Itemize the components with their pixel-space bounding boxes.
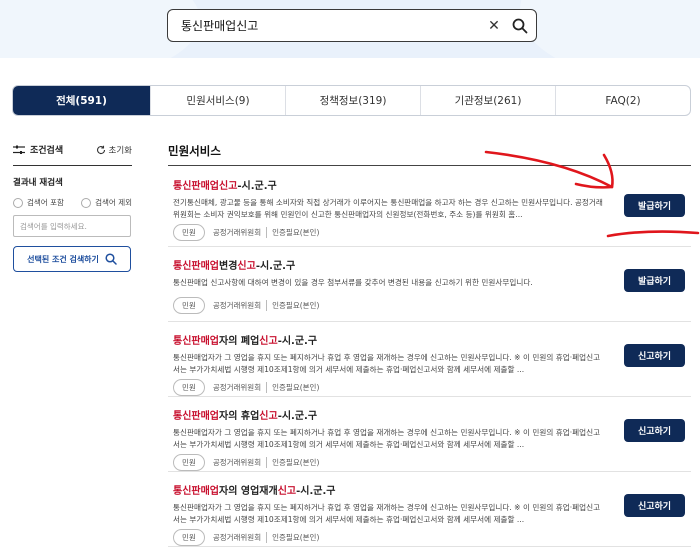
title-highlight: 통신판매업 (173, 486, 219, 497)
category-badge: 민원 (173, 297, 205, 314)
title-highlight: 신고 (277, 486, 297, 497)
category-badge: 민원 (173, 224, 205, 241)
tab-faq[interactable]: FAQ(2) (555, 86, 690, 115)
radio-circle (13, 197, 23, 208)
issue-button[interactable]: 발급하기 (624, 194, 685, 217)
title-middle: 변경 (219, 261, 238, 272)
radio-include-label: 검색어 포함 (27, 198, 64, 207)
auth-requirement: 인증필요(본인) (272, 383, 320, 392)
result-description: 통신판매업 신고사항에 대하여 변경이 있을 경우 첨부서류를 갖추어 변경된 … (173, 278, 533, 287)
refresh-icon (96, 145, 105, 154)
title-middle: 자의 영업재개 (219, 486, 278, 497)
result-title[interactable]: 통신판매업자의 휴업신고-시.군.구 (173, 407, 691, 422)
result-description: 통신판매업자가 그 영업을 휴지 또는 폐지하거나 휴업 후 영업을 재개하는 … (173, 428, 601, 449)
result-description: 통신판매업자가 그 영업을 휴지 또는 폐지하거나 휴업 후 영업을 재개하는 … (173, 503, 601, 524)
tab-civil-service[interactable]: 민원서비스(9) (150, 86, 285, 115)
reset-label: 초기화 (108, 145, 132, 156)
radio-exclude-label: 검색어 제외 (95, 198, 132, 207)
report-button[interactable]: 신고하기 (624, 494, 685, 517)
agency-name: 공정거래위원회 (213, 382, 268, 393)
search-input[interactable]: 통신판매업신고 (181, 17, 484, 34)
auth-requirement: 인증필요(본인) (272, 301, 320, 310)
issue-button[interactable]: 발급하기 (624, 269, 685, 292)
report-button[interactable]: 신고하기 (624, 344, 685, 367)
result-title[interactable]: 통신판매업신고-시.군.구 (173, 177, 691, 192)
filter-header: 조건검색 초기화 (13, 140, 132, 166)
title-highlight: 통신판매업 (173, 261, 219, 272)
auth-requirement: 인증필요(본인) (272, 458, 320, 467)
agency-name: 공정거래위원회 (213, 227, 268, 238)
title-highlight: 통신판매업 (173, 336, 219, 347)
title-highlight: 신고 (237, 261, 256, 272)
agency-name: 공정거래위원회 (213, 532, 268, 543)
clear-icon[interactable]: ✕ (484, 18, 504, 34)
title-highlight: 신고 (259, 411, 278, 422)
result-title[interactable]: 통신판매업변경신고-시.군.구 (173, 257, 691, 272)
search-box[interactable]: 통신판매업신고 ✕ (167, 9, 537, 42)
category-badge: 민원 (173, 379, 205, 396)
radio-include[interactable]: 검색어 포함 (13, 197, 64, 208)
radio-circle (81, 197, 92, 208)
refine-search-input[interactable] (13, 215, 131, 237)
title-suffix: -시.군.구 (277, 411, 318, 422)
research-title: 결과내 재검색 (13, 178, 63, 188)
category-badge: 민원 (173, 529, 205, 546)
result-title[interactable]: 통신판매업자의 영업재개신고-시.군.구 (173, 482, 691, 497)
filter-sidebar: 조건검색 초기화 결과내 재검색 검색어 포함 검색어 제외 선택된 조건 검색… (13, 140, 132, 272)
report-button[interactable]: 신고하기 (624, 419, 685, 442)
title-suffix: -시.군.구 (255, 261, 296, 272)
result-tabs: 전체(591) 민원서비스(9) 정책정보(319) 기관정보(261) FAQ… (12, 85, 691, 116)
section-title: 민원서비스 (168, 143, 691, 166)
filter-icon (13, 145, 25, 154)
tab-all[interactable]: 전체(591) (13, 86, 150, 115)
apply-filter-label: 선택된 조건 검색하기 (27, 254, 99, 264)
result-item: 통신판매업자의 영업재개신고-시.군.구 통신판매업자가 그 영업을 휴지 또는… (168, 472, 691, 547)
search-banner: 통신판매업신고 ✕ (0, 0, 700, 58)
radio-exclude[interactable]: 검색어 제외 (81, 197, 132, 208)
tab-policy[interactable]: 정책정보(319) (285, 86, 420, 115)
title-highlight: 신고 (259, 336, 278, 347)
apply-filter-button[interactable]: 선택된 조건 검색하기 (13, 246, 131, 272)
result-description: 전기통신매체, 광고물 등을 통해 소비자와 직접 상거래가 이루어지는 통신판… (173, 198, 603, 219)
auth-requirement: 인증필요(본인) (272, 533, 320, 542)
reset-button[interactable]: 초기화 (96, 144, 132, 156)
category-badge: 민원 (173, 454, 205, 471)
result-item: 통신판매업신고-시.군.구 전기통신매체, 광고물 등을 통해 소비자와 직접 … (168, 166, 691, 247)
search-icon[interactable] (504, 11, 536, 41)
result-item: 통신판매업자의 폐업신고-시.군.구 통신판매업자가 그 영업을 휴지 또는 폐… (168, 322, 691, 397)
auth-requirement: 인증필요(본인) (272, 228, 320, 237)
title-suffix: -시.군.구 (296, 486, 336, 497)
title-highlight: 통신판매업 (173, 411, 219, 422)
tab-agency[interactable]: 기관정보(261) (420, 86, 555, 115)
title-suffix: -시.군.구 (277, 336, 318, 347)
result-item: 통신판매업자의 휴업신고-시.군.구 통신판매업자가 그 영업을 휴지 또는 폐… (168, 397, 691, 472)
search-icon (105, 253, 117, 265)
result-item: 통신판매업변경신고-시.군.구 통신판매업 신고사항에 대하여 변경이 있을 경… (168, 247, 691, 322)
agency-name: 공정거래위원회 (213, 457, 268, 468)
result-title[interactable]: 통신판매업자의 폐업신고-시.군.구 (173, 332, 691, 347)
filter-title: 조건검색 (30, 146, 64, 156)
agency-name: 공정거래위원회 (213, 300, 268, 311)
results-section: 민원서비스 통신판매업신고-시.군.구 전기통신매체, 광고물 등을 통해 소비… (168, 143, 691, 547)
title-middle: 자의 휴업 (219, 411, 260, 422)
title-middle: 자의 폐업 (219, 336, 260, 347)
title-highlight: 통신판매업신고 (173, 181, 238, 192)
title-suffix: -시.군.구 (237, 181, 277, 192)
result-description: 통신판매업자가 그 영업을 휴지 또는 폐지하거나 휴업 후 영업을 재개하는 … (173, 353, 601, 374)
